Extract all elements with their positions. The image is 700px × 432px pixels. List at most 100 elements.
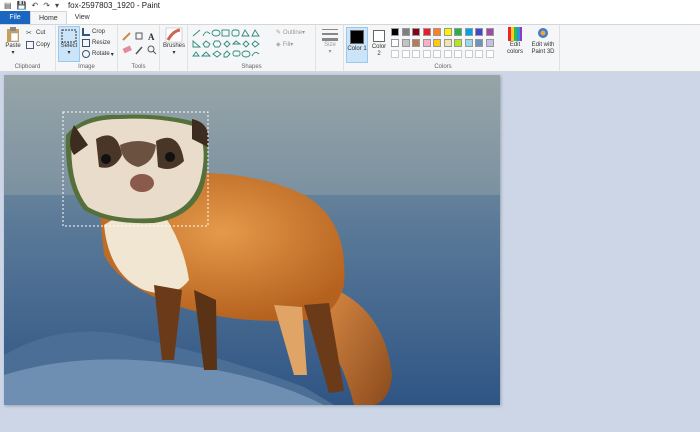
color-picker-icon[interactable]: [135, 46, 143, 55]
window-title: fox-2597803_1920 - Paint: [67, 1, 161, 10]
palette-swatch-empty[interactable]: [485, 50, 494, 58]
palette-swatch[interactable]: [391, 39, 399, 47]
shapes-gallery[interactable]: [191, 28, 275, 60]
palette-swatch[interactable]: [422, 39, 431, 47]
palette-swatch-empty[interactable]: [475, 50, 483, 58]
clipboard-label: Clipboard: [14, 64, 41, 70]
palette-swatch[interactable]: [485, 39, 494, 47]
tab-view[interactable]: View: [67, 11, 98, 24]
select-icon: [61, 29, 77, 43]
edit-colors-label: Edit colors: [506, 42, 523, 55]
palette-swatch[interactable]: [485, 28, 494, 36]
palette-swatch[interactable]: [454, 28, 462, 36]
palette-swatch[interactable]: [412, 39, 420, 47]
chevron-down-icon: ▾: [328, 49, 332, 55]
title-bar: ▤ 💾 ↶ ↷ ▾ fox-2597803_1920 - Paint: [0, 0, 700, 11]
palette-swatch-empty[interactable]: [433, 50, 441, 58]
clipboard-group: Paste ▾ ✂ Cut Copy Clipboard: [0, 25, 56, 71]
brushes-button[interactable]: Brushes ▾: [162, 27, 186, 56]
palette-swatch[interactable]: [422, 28, 431, 36]
colors-label: Colors: [434, 64, 452, 70]
rotate-icon: [82, 50, 90, 58]
chevron-down-icon: ▾: [290, 42, 294, 48]
copy-button[interactable]: Copy: [26, 41, 50, 49]
pencil-icon[interactable]: [122, 32, 131, 41]
canvas-area[interactable]: [0, 73, 700, 432]
color1-label: Color 1: [347, 46, 367, 52]
chevron-down-icon[interactable]: ▾: [11, 49, 14, 56]
palette-swatch-empty[interactable]: [464, 50, 473, 58]
chevron-down-icon[interactable]: ▾: [172, 49, 175, 56]
palette-swatch[interactable]: [433, 39, 441, 47]
size-button[interactable]: Size ▾: [319, 28, 341, 55]
color2-swatch: [373, 30, 385, 42]
svg-text:A: A: [148, 32, 155, 42]
palette-swatch-empty[interactable]: [422, 50, 431, 58]
paint3d-icon: [538, 28, 548, 38]
fox-ferret-photo[interactable]: [4, 75, 500, 405]
copy-icon: [26, 41, 34, 49]
color1-swatch: [350, 30, 364, 44]
palette-swatch-empty[interactable]: [443, 50, 452, 58]
palette-swatch[interactable]: [475, 28, 483, 36]
ribbon: Paste ▾ ✂ Cut Copy Clipboard Select ▾ Cro…: [0, 24, 700, 72]
palette-swatch[interactable]: [412, 28, 420, 36]
undo-icon[interactable]: ↶: [32, 1, 39, 10]
palette-swatch[interactable]: [443, 39, 452, 47]
color2-button[interactable]: Color 2: [370, 28, 388, 58]
outline-button[interactable]: ✎ Outline ▾: [276, 29, 306, 37]
palette-swatch[interactable]: [464, 39, 473, 47]
colors-group: Edit colors Edit with Paint 3D Colors: [388, 25, 560, 71]
paste-button[interactable]: Paste ▾: [3, 27, 23, 56]
magnifier-icon[interactable]: [147, 45, 157, 55]
ribbon-tabs: File Home View: [0, 11, 700, 24]
customize-icon[interactable]: ▾: [55, 1, 59, 10]
rotate-button[interactable]: Rotate ▾: [82, 50, 114, 58]
image-canvas[interactable]: [4, 75, 500, 405]
paint3d-label: Edit with Paint 3D: [531, 42, 555, 55]
palette-swatch[interactable]: [401, 39, 410, 47]
crop-button[interactable]: Crop: [82, 28, 105, 36]
palette-swatch-empty[interactable]: [401, 50, 410, 58]
palette-swatch-empty[interactable]: [412, 50, 420, 58]
save-icon[interactable]: 💾: [17, 1, 27, 10]
resize-icon: [82, 39, 90, 47]
chevron-down-icon[interactable]: ▾: [111, 51, 114, 58]
fill-bucket-icon[interactable]: [135, 32, 143, 40]
palette-swatch[interactable]: [443, 28, 452, 36]
tools-icons: A: [122, 32, 157, 55]
color2-label: Color 2: [371, 44, 387, 57]
chevron-down-icon: ▾: [302, 30, 306, 36]
color1-button[interactable]: Color 1: [346, 27, 368, 63]
redo-icon[interactable]: ↷: [43, 1, 50, 10]
edit-colors-button[interactable]: Edit colors: [505, 27, 525, 56]
fill-button[interactable]: ◈ Fill ▾: [276, 41, 294, 49]
edit-paint3d-button[interactable]: Edit with Paint 3D: [528, 27, 558, 56]
palette-swatch[interactable]: [464, 28, 473, 36]
palette-swatch-empty[interactable]: [391, 50, 399, 58]
palette-swatch[interactable]: [433, 28, 441, 36]
fill-icon: ◈: [276, 42, 281, 48]
eraser-icon[interactable]: [122, 45, 132, 54]
image-label: Image: [78, 64, 95, 70]
palette-swatch[interactable]: [475, 39, 483, 47]
palette-swatch[interactable]: [401, 28, 410, 36]
tools-label: Tools: [131, 64, 146, 70]
tab-file[interactable]: File: [0, 11, 30, 24]
tab-home[interactable]: Home: [30, 11, 67, 24]
text-icon[interactable]: A: [148, 32, 155, 42]
image-group: Select ▾ Crop Resize Rotate ▾ Image: [56, 25, 118, 71]
select-button[interactable]: Select ▾: [58, 26, 80, 62]
brushes-group: Brushes ▾: [160, 25, 188, 71]
paste-icon: [7, 27, 19, 42]
line-size-icon: [322, 29, 338, 41]
quick-access-toolbar: ▤ 💾 ↶ ↷ ▾: [4, 1, 64, 10]
palette-swatch[interactable]: [391, 28, 399, 36]
color-wheel-icon: [508, 27, 522, 41]
palette-swatch-empty[interactable]: [454, 50, 462, 58]
chevron-down-icon[interactable]: ▾: [67, 49, 70, 56]
palette-swatch[interactable]: [454, 39, 462, 47]
outline-icon: ✎: [276, 30, 282, 36]
resize-button[interactable]: Resize: [82, 39, 110, 47]
cut-button[interactable]: ✂ Cut: [26, 29, 45, 37]
